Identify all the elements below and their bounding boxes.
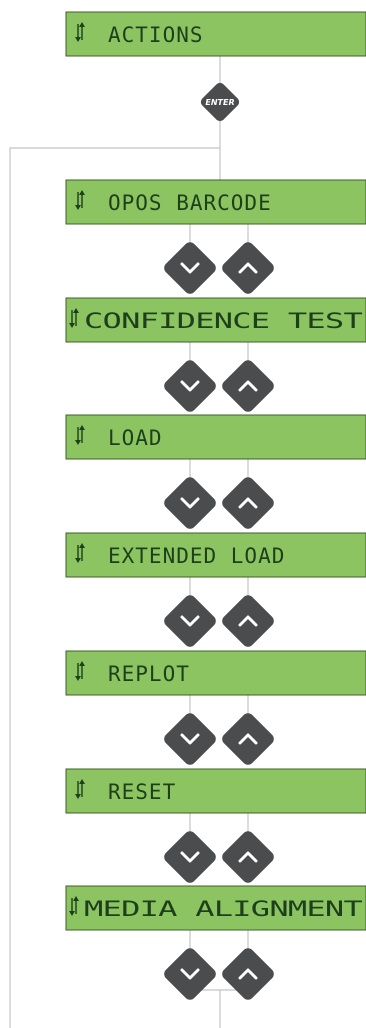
enter-button[interactable]: ENTER: [199, 81, 241, 123]
scroll-down-button[interactable]: [162, 829, 219, 886]
scroll-up-button[interactable]: [220, 946, 277, 1003]
scroll-down-button[interactable]: [162, 240, 219, 297]
lcd-item-label: EXTENDED LOAD: [108, 544, 285, 568]
lcd-item-label: RESET: [108, 780, 176, 804]
lcd-menu-item[interactable]: CONFIDENCE TEST: [65, 297, 366, 343]
scroll-up-button[interactable]: [220, 829, 277, 886]
scroll-up-button[interactable]: [220, 711, 277, 768]
lcd-item-label: REPLOT: [108, 662, 190, 686]
lcd-menu-item[interactable]: REPLOT: [65, 650, 366, 696]
lcd-item-label: LOAD: [108, 426, 163, 450]
lcd-menu-item[interactable]: OPOS BARCODE: [65, 179, 366, 225]
scroll-down-button[interactable]: [162, 358, 219, 415]
menu-flow-diagram: ACTIONS ENTER OPOS BARCODE CONFIDENCE TES…: [9, 11, 366, 1028]
lcd-header-text: ACTIONS: [108, 23, 204, 47]
scroll-down-button[interactable]: [162, 946, 219, 1003]
menu-items: OPOS BARCODE CONFIDENCE TEST LOAD EXTENDED …: [65, 179, 366, 1003]
lcd-menu-item[interactable]: MEDIA ALIGNMENT: [65, 885, 366, 931]
scroll-down-button[interactable]: [162, 711, 219, 768]
scroll-up-button[interactable]: [220, 475, 277, 532]
scroll-up-button[interactable]: [220, 593, 277, 650]
scroll-up-button[interactable]: [220, 240, 277, 297]
lcd-item-label: OPOS BARCODE: [108, 191, 272, 215]
lcd-menu-item[interactable]: EXTENDED LOAD: [65, 532, 366, 578]
lcd-menu-item[interactable]: LOAD: [65, 414, 366, 460]
lcd-actions-header: ACTIONS: [65, 11, 366, 57]
scroll-up-button[interactable]: [220, 358, 277, 415]
lcd-menu-item[interactable]: RESET: [65, 768, 366, 814]
enter-label: ENTER: [205, 98, 234, 107]
scroll-down-button[interactable]: [162, 475, 219, 532]
scroll-down-button[interactable]: [162, 593, 219, 650]
lcd-item-label: MEDIA ALIGNMENT: [84, 897, 363, 921]
lcd-item-label: CONFIDENCE TEST: [84, 309, 363, 333]
